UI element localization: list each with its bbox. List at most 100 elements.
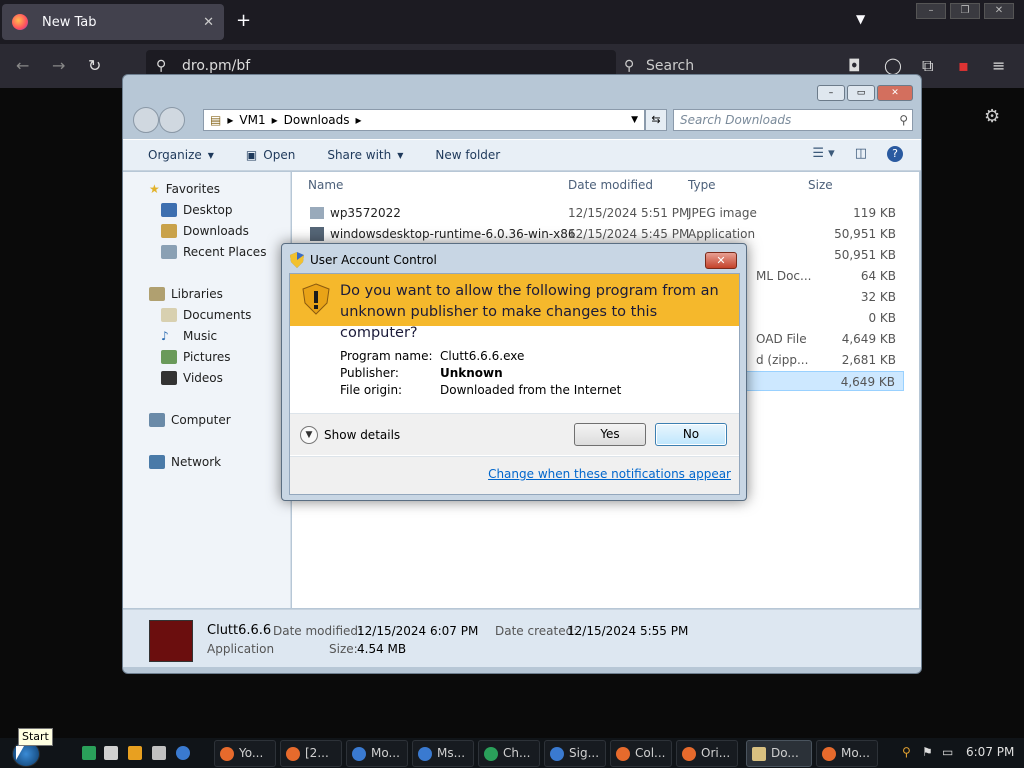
libraries-icon	[149, 287, 165, 301]
taskbar-button[interactable]: Mo...	[816, 740, 878, 767]
ublock-icon[interactable]: ▪	[958, 56, 969, 75]
account-icon[interactable]: ◯	[884, 56, 902, 75]
nav-favorites[interactable]: ★ Favorites	[149, 182, 220, 196]
column-header-type[interactable]: Type	[688, 178, 716, 192]
nav-computer[interactable]: Computer	[149, 413, 231, 427]
ie-icon	[352, 747, 366, 761]
open-button[interactable]: ▣ Open	[246, 148, 295, 162]
application-file-icon	[310, 227, 324, 241]
tray-search-icon[interactable]: ⚲	[902, 745, 911, 759]
desktop-screen: New Tab ✕ + ▼ – ❐ ✕ ← → ↻ ⚲ dro.pm/bf ⚲ …	[0, 0, 1024, 768]
firefox-icon	[682, 747, 696, 761]
explorer-search-input[interactable]: Search Downloads ⚲	[673, 109, 913, 131]
uac-footer: Change when these notifications appear	[290, 456, 739, 494]
uac-question: Do you want to allow the following progr…	[340, 281, 739, 344]
explorer-back-button[interactable]	[133, 107, 159, 133]
desktop-icon	[161, 203, 177, 217]
explorer-refresh-icon[interactable]: ⇆	[645, 109, 667, 131]
quicklaunch-explorer-icon[interactable]	[104, 746, 118, 760]
share-with-button[interactable]: Share with ▼	[327, 148, 403, 162]
yes-button[interactable]: Yes	[574, 423, 646, 446]
file-type: d (zipp...	[756, 353, 809, 367]
taskbar-button[interactable]: Ori...	[676, 740, 738, 767]
taskbar-button[interactable]: Mo...	[346, 740, 408, 767]
quicklaunch-ie-icon[interactable]	[176, 746, 190, 760]
tray-flag-icon[interactable]: ⚑	[922, 745, 933, 759]
show-details-toggle[interactable]: ▼ Show details	[300, 426, 400, 444]
explorer-maximize-button[interactable]: ▭	[847, 85, 875, 101]
list-tabs-chevron-icon[interactable]: ▼	[856, 12, 865, 26]
close-button[interactable]: ✕	[984, 3, 1014, 19]
new-folder-button[interactable]: New folder	[435, 148, 500, 162]
nav-videos[interactable]: Videos	[161, 371, 223, 385]
videos-icon	[161, 371, 177, 385]
no-button[interactable]: No	[655, 423, 727, 446]
forward-arrow-icon[interactable]: →	[52, 56, 65, 75]
column-header-name[interactable]: Name	[308, 178, 343, 192]
back-arrow-icon[interactable]: ←	[16, 56, 29, 75]
taskbar-button[interactable]: [2...	[280, 740, 342, 767]
taskbar-button-active[interactable]: Do...	[746, 740, 812, 767]
file-origin-label: File origin:	[340, 383, 403, 397]
pocket-icon[interactable]: ◘	[848, 56, 861, 75]
tab-close-icon[interactable]: ✕	[203, 15, 214, 30]
nav-downloads[interactable]: Downloads	[161, 224, 249, 238]
browser-tab[interactable]: New Tab ✕	[2, 4, 224, 40]
open-label: Open	[263, 148, 296, 162]
app-icon: ▣	[245, 148, 258, 162]
address-dropdown-icon[interactable]: ▼	[631, 115, 638, 125]
file-row[interactable]: wp3572022 12/15/2024 5:51 PM JPEG image …	[306, 203, 904, 223]
change-notifications-link[interactable]: Change when these notifications appear	[488, 467, 731, 481]
restore-button[interactable]: ❐	[950, 3, 980, 19]
file-size: 50,951 KB	[834, 248, 896, 262]
menu-icon[interactable]: ≡	[992, 56, 1005, 75]
new-tab-button[interactable]: +	[236, 10, 251, 32]
file-size: 119 KB	[853, 206, 896, 220]
organize-button[interactable]: Organize ▼	[148, 148, 214, 162]
quicklaunch-folder-icon[interactable]	[128, 746, 142, 760]
nav-pictures[interactable]: Pictures	[161, 350, 231, 364]
extensions-icon[interactable]: ⧉	[922, 56, 933, 76]
breadcrumb-vm1[interactable]: VM1	[239, 113, 265, 127]
uac-close-button[interactable]: ✕	[705, 252, 737, 269]
organize-label: Organize	[148, 148, 202, 162]
nav-network[interactable]: Network	[149, 455, 221, 469]
view-controls: ☰ ▾ ◫ ?	[812, 146, 903, 162]
minimize-button[interactable]: –	[916, 3, 946, 19]
views-icon[interactable]: ☰ ▾	[812, 146, 834, 162]
taskbar-button[interactable]: Sig...	[544, 740, 606, 767]
explorer-close-button[interactable]: ✕	[877, 85, 913, 101]
taskbar-button[interactable]: Ch...	[478, 740, 540, 767]
explorer-minimize-button[interactable]: –	[817, 85, 845, 101]
taskbar-button-label: Ch...	[503, 746, 531, 760]
taskbar-button[interactable]: Yo...	[214, 740, 276, 767]
taskbar-button[interactable]: Ms...	[412, 740, 474, 767]
nav-libraries[interactable]: Libraries	[149, 287, 223, 301]
explorer-address-bar[interactable]: ▤ ▸ VM1 ▸ Downloads ▸ ▼	[203, 109, 645, 131]
search-icon: ⚲	[899, 113, 908, 127]
quicklaunch-mail-icon[interactable]	[152, 746, 166, 760]
breadcrumb-downloads[interactable]: Downloads	[284, 113, 350, 127]
taskbar-clock[interactable]: 6:07 PM	[966, 745, 1014, 759]
publisher-label: Publisher:	[340, 366, 399, 380]
share-with-label: Share with	[327, 148, 392, 162]
column-header-date[interactable]: Date modified	[568, 178, 653, 192]
explorer-forward-button[interactable]	[159, 107, 185, 133]
nav-recent-places[interactable]: Recent Places	[161, 245, 266, 259]
nav-favorites-label: Favorites	[165, 182, 220, 196]
reload-icon[interactable]: ↻	[88, 56, 101, 75]
preview-pane-icon[interactable]: ◫	[855, 146, 867, 162]
taskbar-button[interactable]: Col...	[610, 740, 672, 767]
tray-network-icon[interactable]: ▭	[942, 745, 953, 759]
help-icon[interactable]: ?	[887, 146, 903, 162]
file-origin-value: Downloaded from the Internet	[440, 383, 622, 397]
quicklaunch-app-icon[interactable]	[82, 746, 96, 760]
nav-documents[interactable]: Documents	[161, 308, 251, 322]
nav-music[interactable]: ♪ Music	[161, 329, 217, 343]
gear-icon[interactable]: ⚙	[984, 106, 1000, 127]
column-header-size[interactable]: Size	[808, 178, 833, 192]
browser-tab-strip: New Tab ✕ + ▼ – ❐ ✕	[0, 0, 1024, 44]
nav-desktop[interactable]: Desktop	[161, 203, 233, 217]
file-row[interactable]: windowsdesktop-runtime-6.0.36-win-x86 12…	[306, 224, 904, 244]
explorer-search-placeholder: Search Downloads	[680, 113, 792, 127]
